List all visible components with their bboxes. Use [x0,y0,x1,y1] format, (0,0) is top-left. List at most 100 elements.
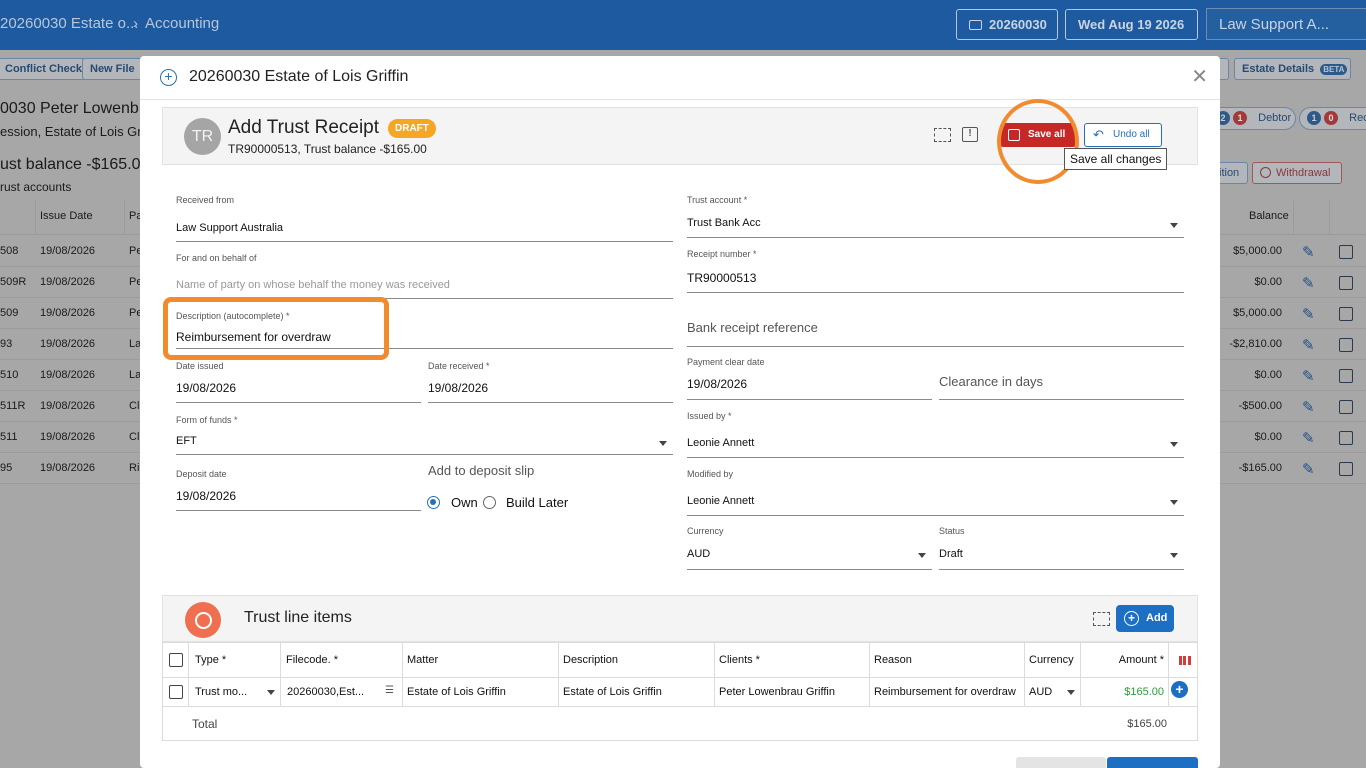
matter-pill[interactable]: 20260030 [956,9,1058,40]
on-behalf-label: For and on behalf of [176,253,257,263]
edit-icon[interactable]: ✎ [1302,243,1319,261]
beta-badge: BETA [1320,64,1348,75]
cell-clients[interactable]: Peter Lowenbrau Griffin [715,678,870,706]
bg-row-date: 19/08/2026 [40,307,96,319]
chevron-down-icon[interactable] [267,690,275,695]
cell-filecode[interactable]: 20260030,Est... ☰ [281,678,403,706]
col-matter-label: Matter [407,654,439,666]
payment-clear-input[interactable]: 19/08/2026 [687,377,747,391]
bg-row-balance: $5,000.00 [1233,307,1282,319]
on-behalf-input[interactable]: Name of party on whose behalf the money … [176,279,450,291]
date-issued-input[interactable]: 19/08/2026 [176,381,236,395]
receipt-number-input[interactable]: TR90000513 [687,271,756,285]
date-received-input[interactable]: 19/08/2026 [428,381,488,395]
edit-icon[interactable]: ✎ [1302,305,1319,323]
receipt-counter[interactable]: 1 0 Rece [1299,107,1366,130]
col-currency: Currency [1025,643,1081,677]
chevron-down-icon[interactable] [1067,690,1075,695]
date-issued-label: Date issued [176,361,224,371]
open-external-icon[interactable] [1339,400,1353,414]
clearance-underline [939,399,1184,400]
cell-reason[interactable]: Reimbursement for overdraw [870,678,1025,706]
chevron-down-icon[interactable] [1170,442,1178,447]
add-line-button[interactable]: + Add [1116,605,1174,632]
radio-own[interactable] [427,496,440,509]
bank-ref-input[interactable]: Bank receipt reference [687,320,818,335]
cell-amount[interactable]: $165.00 [1081,678,1169,706]
currency-select[interactable]: AUD [687,548,710,560]
cell-description[interactable]: Estate of Lois Griffin [559,678,715,706]
bg-matter-sub: ession, Estate of Lois Grif [0,124,149,139]
chevron-down-icon[interactable] [659,441,667,446]
new-file-button[interactable]: New File [82,58,143,80]
edit-icon[interactable]: ✎ [1302,429,1319,447]
chevron-down-icon[interactable] [1170,553,1178,558]
breadcrumb-accounting[interactable]: Accounting [145,15,219,32]
cell-currency[interactable]: AUD [1025,678,1081,706]
edit-icon[interactable]: ✎ [1302,274,1319,292]
deposit-date-input[interactable]: 19/08/2026 [176,489,236,503]
search-list-icon[interactable]: ☰ [385,685,394,696]
select-mode-icon[interactable] [1093,612,1110,626]
bg-row-ref: 509 [0,307,19,319]
conflict-check-button[interactable]: Conflict Check [0,58,91,80]
bg-row-balance: $0.00 [1254,276,1282,288]
received-from-input[interactable]: Law Support Australia [176,222,283,234]
open-external-icon[interactable] [1339,276,1353,290]
withdrawal-button[interactable]: Withdrawal [1252,162,1342,184]
bank-ref-underline [687,346,1184,347]
add-row-icon[interactable]: + [1171,681,1188,698]
edit-icon[interactable]: ✎ [1302,367,1319,385]
chevron-down-icon[interactable] [918,553,926,558]
undo-all-button[interactable]: ↶ Undo all [1084,123,1162,147]
modified-by-select[interactable]: Leonie Annett [687,495,754,507]
bg-table-row-right: $5,000.00 ✎ [1220,298,1366,329]
date-pill[interactable]: Wed Aug 19 2026 [1065,9,1198,40]
columns-icon[interactable] [1179,656,1191,665]
open-external-icon[interactable] [1339,431,1353,445]
breadcrumb-file[interactable]: 20260030 Estate o... [0,15,138,32]
col-settings [1169,643,1197,677]
edit-icon[interactable]: ✎ [1302,460,1319,478]
row-checkbox[interactable] [169,685,183,699]
col-clients-label: Clients * [719,654,760,666]
chevron-down-icon[interactable] [1170,223,1178,228]
select-mode-icon[interactable] [934,128,951,142]
chevron-down-icon[interactable] [1170,500,1178,505]
open-external-icon[interactable] [1339,462,1353,476]
debtor-label: Debtor [1258,112,1292,124]
status-underline [939,569,1184,570]
cancel-button[interactable] [1016,757,1106,768]
edit-icon[interactable]: ✎ [1302,336,1319,354]
clearance-days-input[interactable]: Clearance in days [939,374,1043,389]
select-all-checkbox[interactable] [169,653,183,667]
bg-table-row: 509 19/08/2026 Pe [0,298,142,329]
avatar: TR [184,118,221,155]
open-external-icon[interactable] [1339,245,1353,259]
payment-clear-label: Payment clear date [687,357,765,367]
close-icon[interactable]: ✕ [1191,64,1208,89]
comment-icon[interactable]: ! [962,127,978,142]
status-select[interactable]: Draft [939,548,963,560]
form-of-funds-select[interactable]: EFT [176,435,197,447]
col-filecode: Filecode. * [281,643,403,677]
save-button[interactable] [1107,757,1198,768]
modal-title: 20260030 Estate of Lois Griffin [189,68,409,85]
issued-by-select[interactable]: Leonie Annett [687,437,754,449]
modified-by-label: Modified by [687,469,734,479]
radio-build-later[interactable] [483,496,496,509]
radio-build-later-label: Build Later [506,495,569,510]
table-row: Trust mo... 20260030,Est... ☰ Estate of L… [162,678,1198,707]
cell-type[interactable]: Trust mo... [189,678,281,706]
debtor-counter[interactable]: 2 1 Debtor [1208,107,1296,130]
bg-row-date: 19/08/2026 [40,245,96,257]
edit-icon[interactable]: ✎ [1302,398,1319,416]
col-reason: Reason [870,643,1025,677]
org-selector[interactable]: Law Support A... [1206,8,1366,40]
form-of-funds-underline [176,454,673,455]
estate-details-button[interactable]: Estate Details BETA [1234,58,1351,80]
open-external-icon[interactable] [1339,338,1353,352]
trust-account-select[interactable]: Trust Bank Acc [687,217,761,229]
open-external-icon[interactable] [1339,307,1353,321]
open-external-icon[interactable] [1339,369,1353,383]
